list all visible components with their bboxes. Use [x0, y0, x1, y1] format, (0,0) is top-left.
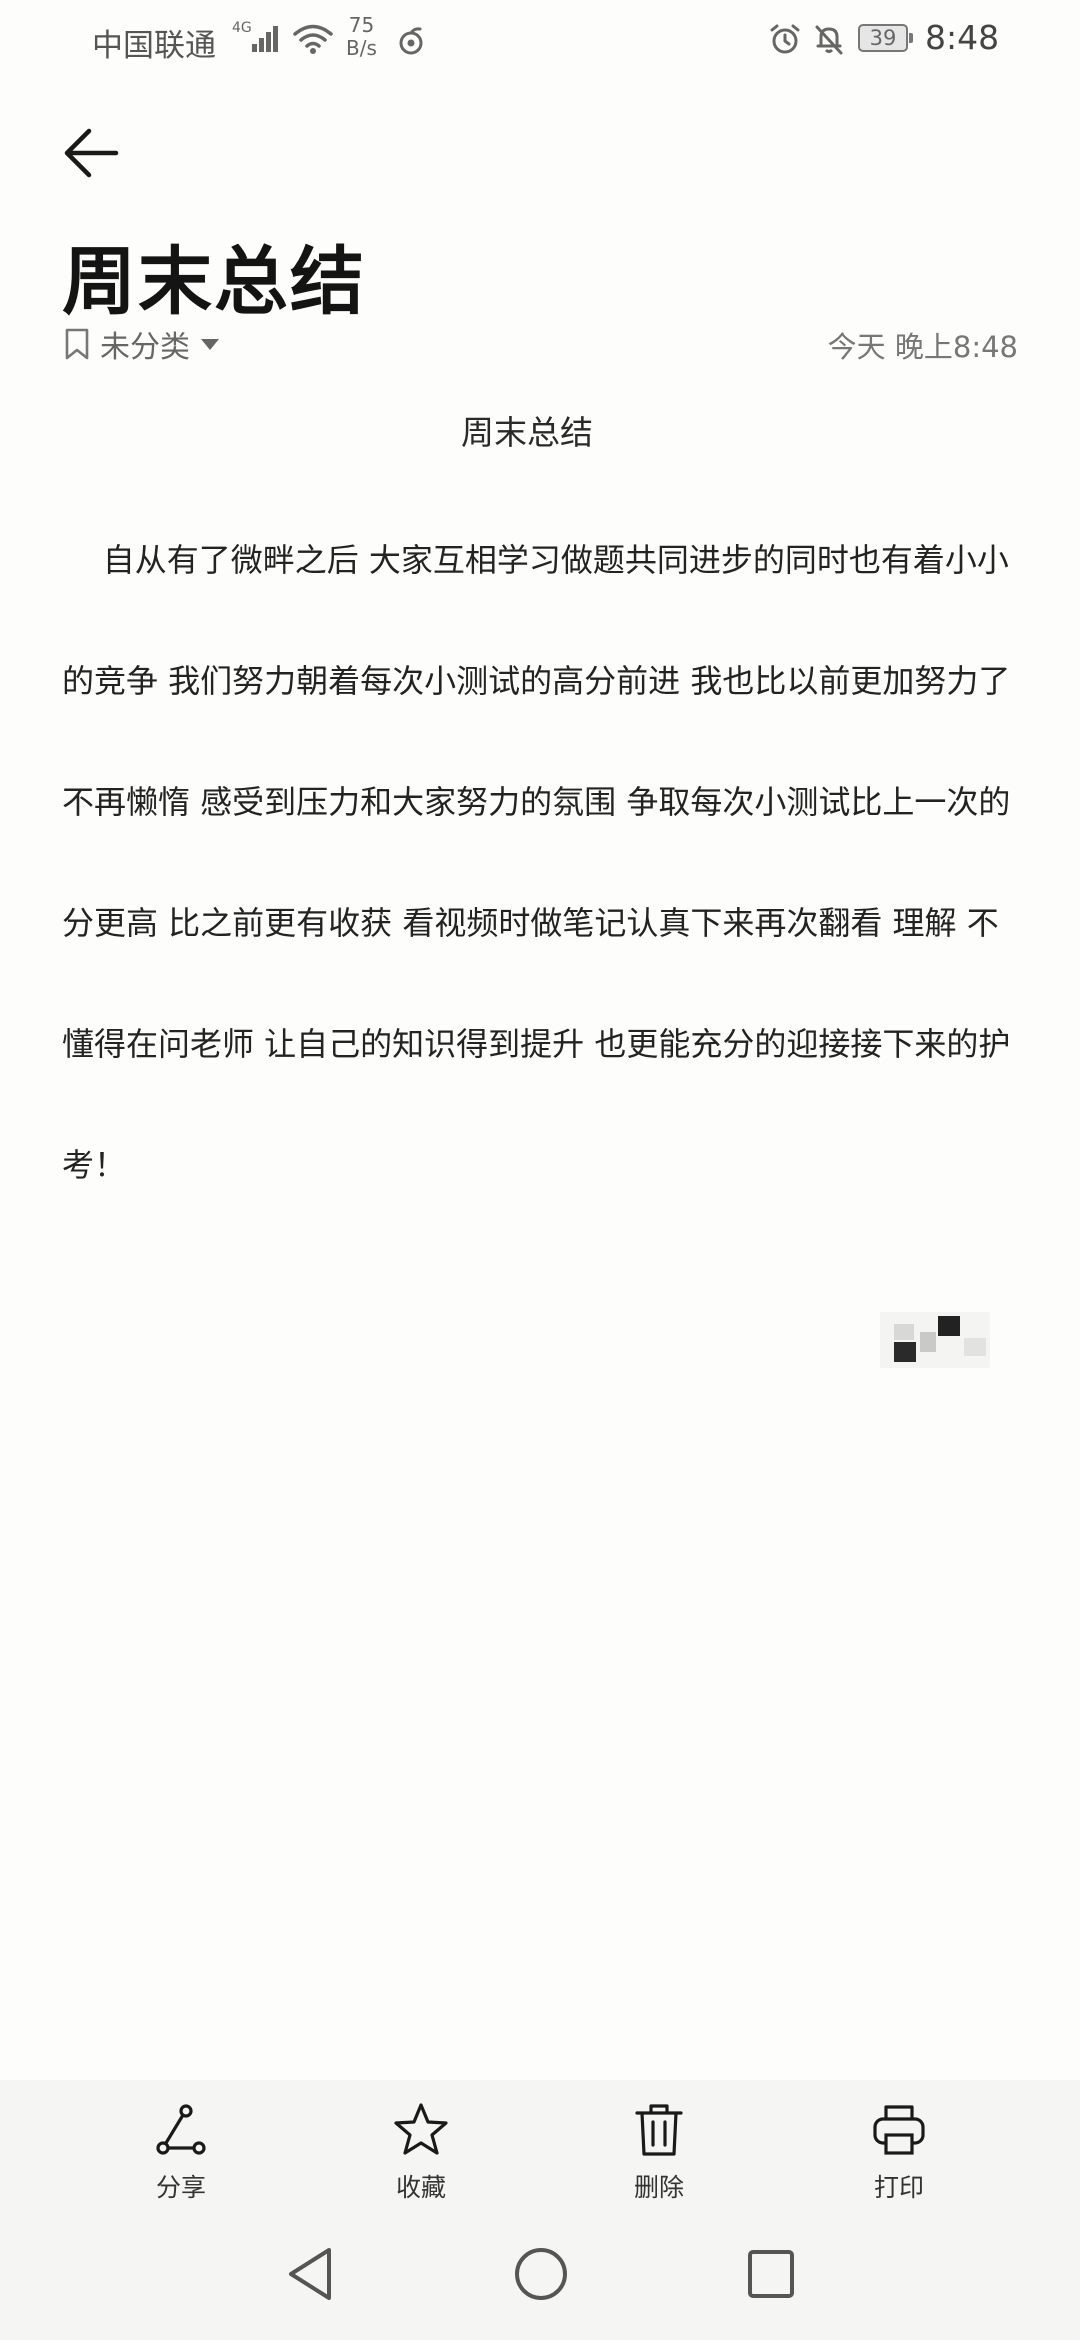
note-timestamp: 今天 晚上8:48	[827, 330, 1018, 364]
network-speed-value: 75	[348, 13, 375, 37]
category-selector[interactable]: 未分类	[64, 322, 222, 366]
delete-label: 删除	[633, 2173, 684, 2202]
back-button[interactable]	[56, 118, 126, 188]
circle-home-icon[interactable]	[513, 2246, 569, 2302]
network-speed: 75 B/s	[346, 14, 377, 60]
network-speed-unit: B/s	[346, 36, 377, 60]
blurred-signature-image	[880, 1312, 990, 1368]
square-recents-icon[interactable]	[745, 2246, 797, 2302]
system-navigation-bar	[0, 2210, 1080, 2340]
trash-icon	[635, 2104, 683, 2156]
wifi-icon	[293, 24, 333, 54]
star-icon	[394, 2103, 448, 2155]
category-label: 未分类	[100, 330, 190, 365]
bookmark-icon	[65, 328, 89, 360]
print-button[interactable]: 打印	[839, 2102, 959, 2206]
delete-button[interactable]: 删除	[599, 2102, 719, 2206]
content-heading[interactable]: 周末总结	[0, 406, 1054, 454]
bottom-toolbar: 分享 收藏 删除 打印	[0, 2080, 1080, 2210]
signal-icon: 4G	[232, 20, 278, 52]
status-time: 8:48	[925, 18, 1000, 57]
triangle-back-icon[interactable]	[284, 2246, 336, 2302]
battery-indicator: 39	[858, 24, 913, 52]
favorite-label: 收藏	[395, 2173, 446, 2202]
note-title[interactable]: 周末总结	[62, 222, 366, 329]
printer-icon	[873, 2105, 925, 2155]
note-detail-screen: 中国联通 4G 75 B/s 39 8:48 周末总结 未分类 今天 晚上8:4…	[0, 0, 1080, 2340]
favorite-button[interactable]: 收藏	[361, 2102, 481, 2206]
share-label: 分享	[155, 2173, 206, 2202]
arrow-left-icon	[64, 128, 119, 178]
app-notification-icon	[399, 27, 423, 55]
status-bar: 中国联通 4G 75 B/s 39 8:48	[0, 0, 1080, 86]
caret-down-icon	[201, 339, 219, 350]
network-type-label: 4G	[232, 20, 252, 36]
share-icon	[156, 2104, 206, 2155]
print-label: 打印	[873, 2173, 924, 2202]
share-button[interactable]: 分享	[121, 2102, 241, 2206]
note-body-text[interactable]: 自从有了微畔之后 大家互相学习做题共同进步的同时也有着小小的竞争 我们努力朝着每…	[62, 500, 1024, 1226]
mute-bell-icon	[815, 25, 843, 55]
carrier-name: 中国联通	[92, 28, 216, 64]
alarm-icon	[770, 24, 800, 54]
